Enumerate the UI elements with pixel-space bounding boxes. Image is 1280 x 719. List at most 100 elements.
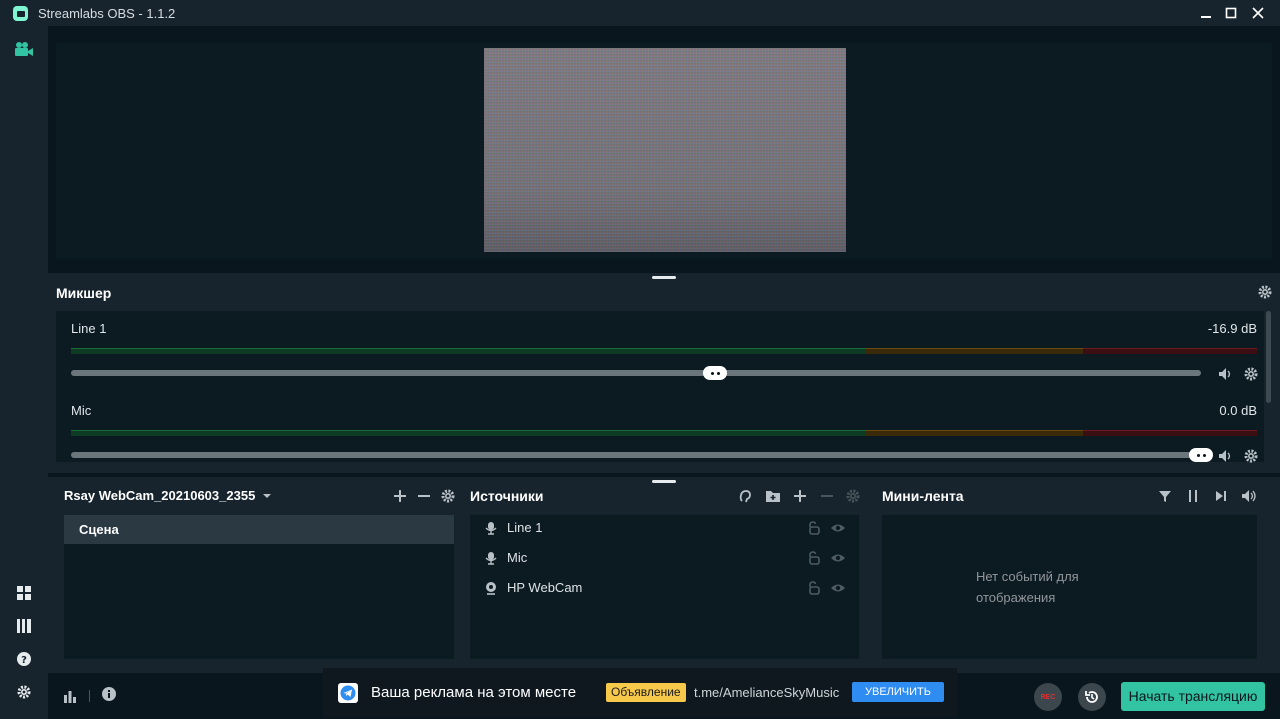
speaker-icon xyxy=(1219,368,1231,380)
volume-slider-mic[interactable] xyxy=(71,452,1201,458)
gear-icon xyxy=(441,489,455,503)
speaker-icon xyxy=(1242,490,1256,502)
minifeed-empty-message: Нет событий для отображения xyxy=(976,566,1116,608)
source-item-label: HP WebCam xyxy=(507,580,583,595)
eye-icon[interactable] xyxy=(830,551,846,565)
chevron-down-icon xyxy=(263,494,271,498)
volume-meter-line1 xyxy=(71,348,1257,354)
eye-icon[interactable] xyxy=(830,581,846,595)
minifeed-title: Мини-лента xyxy=(882,488,964,504)
library-icon[interactable] xyxy=(14,616,34,636)
feed-filter-button[interactable] xyxy=(1157,488,1173,504)
minimize-icon xyxy=(1201,16,1211,18)
minus-icon xyxy=(418,495,430,497)
minimize-button[interactable] xyxy=(1196,3,1216,23)
resize-handle-top[interactable] xyxy=(652,276,676,279)
plus-icon xyxy=(394,490,406,502)
channel-settings-button-line1[interactable] xyxy=(1243,366,1259,382)
close-button[interactable] xyxy=(1248,3,1268,23)
eye-icon[interactable] xyxy=(830,521,846,535)
feed-skip-button[interactable] xyxy=(1213,488,1229,504)
mixer-settings-button[interactable] xyxy=(1257,284,1273,300)
source-item-mic[interactable]: Mic xyxy=(470,543,858,573)
remove-source-button[interactable] xyxy=(819,488,835,504)
replay-buffer-button[interactable] xyxy=(1078,683,1106,711)
resize-handle-bottom[interactable] xyxy=(652,480,676,483)
layout-icon[interactable] xyxy=(14,583,34,603)
speaker-icon xyxy=(1219,450,1231,462)
mic-icon xyxy=(485,522,497,535)
telegram-icon xyxy=(338,683,358,703)
mute-button-line1[interactable] xyxy=(1217,366,1233,382)
source-item-line1[interactable]: Line 1 xyxy=(470,513,858,543)
ad-text: Ваша реклама на этом месте xyxy=(371,684,577,701)
gear-icon xyxy=(1244,367,1258,381)
sources-title: Источники xyxy=(470,488,544,504)
info-button[interactable] xyxy=(101,686,117,702)
scene-collection-name[interactable]: Rsay WebCam_20210603_2355 xyxy=(64,488,255,503)
volume-meter-mic xyxy=(71,430,1257,436)
scene-settings-button[interactable] xyxy=(440,488,456,504)
channel-name-line1: Line 1 xyxy=(71,321,107,336)
remove-scene-button[interactable] xyxy=(416,488,432,504)
scene-collection-dropdown[interactable] xyxy=(259,488,275,504)
window-title: Streamlabs OBS - 1.1.2 xyxy=(38,6,176,21)
scene-item[interactable]: Сцена xyxy=(64,515,454,544)
feed-pause-button[interactable] xyxy=(1185,488,1201,504)
mute-button-mic[interactable] xyxy=(1217,448,1233,464)
ad-badge: Объявление xyxy=(606,683,686,702)
ad-link[interactable]: t.me/AmelianceSkyMusic xyxy=(694,685,839,700)
webcam-preview[interactable] xyxy=(484,48,846,252)
info-icon xyxy=(102,687,116,701)
ad-expand-button[interactable]: УВЕЛИЧИТЬ xyxy=(852,682,944,702)
performance-stats-button[interactable] xyxy=(62,688,78,704)
gear-icon xyxy=(846,489,860,503)
add-folder-button[interactable] xyxy=(765,488,781,504)
source-audio-button[interactable] xyxy=(738,488,754,504)
source-item-label: Line 1 xyxy=(507,520,543,535)
streamlabs-logo-icon xyxy=(13,6,28,21)
volume-slider-thumb-mic[interactable] xyxy=(1189,448,1213,462)
folder-add-icon xyxy=(766,491,780,502)
volume-slider-thumb-line1[interactable] xyxy=(703,366,727,380)
ad-banner[interactable]: Ваша реклама на этом месте Объявление t.… xyxy=(323,668,957,717)
help-icon[interactable]: ? xyxy=(14,649,34,669)
ear-icon xyxy=(739,490,751,503)
channel-settings-button-mic[interactable] xyxy=(1243,448,1259,464)
studio-mode-icon[interactable] xyxy=(14,39,34,59)
pause-icon xyxy=(1189,490,1197,502)
history-icon xyxy=(1085,691,1098,703)
channel-db-mic: 0.0 dB xyxy=(1219,403,1257,418)
title-bar: Streamlabs OBS - 1.1.2 xyxy=(0,0,1280,26)
record-button[interactable]: REC xyxy=(1034,683,1062,711)
mic-icon xyxy=(485,552,497,565)
gear-icon xyxy=(1258,285,1272,299)
bar-chart-icon xyxy=(64,691,76,703)
skip-icon xyxy=(1216,491,1226,501)
empty-message-line2: отображения xyxy=(976,590,1056,605)
minus-icon xyxy=(821,495,833,497)
feed-volume-button[interactable] xyxy=(1241,488,1257,504)
maximize-button[interactable] xyxy=(1221,3,1241,23)
add-scene-button[interactable] xyxy=(392,488,408,504)
mixer-title: Микшер xyxy=(56,285,112,301)
plus-icon xyxy=(794,490,806,502)
left-nav: ? xyxy=(0,26,48,719)
mixer-scrollbar[interactable] xyxy=(1266,311,1271,403)
go-live-button[interactable]: Начать трансляцию xyxy=(1121,682,1265,711)
add-source-button[interactable] xyxy=(792,488,808,504)
settings-icon[interactable] xyxy=(14,682,34,702)
unlock-icon[interactable] xyxy=(807,521,821,535)
source-settings-button[interactable] xyxy=(845,488,861,504)
close-icon xyxy=(1252,7,1264,19)
footer-divider xyxy=(89,690,90,702)
channel-name-mic: Mic xyxy=(71,403,92,418)
webcam-icon xyxy=(486,582,496,595)
unlock-icon[interactable] xyxy=(807,551,821,565)
source-item-hp-webcam[interactable]: HP WebCam xyxy=(470,573,858,603)
unlock-icon[interactable] xyxy=(807,581,821,595)
scene-item-label: Сцена xyxy=(79,522,119,537)
gear-icon xyxy=(1244,449,1258,463)
volume-slider-line1[interactable] xyxy=(71,370,1201,376)
svg-text:?: ? xyxy=(21,655,27,666)
